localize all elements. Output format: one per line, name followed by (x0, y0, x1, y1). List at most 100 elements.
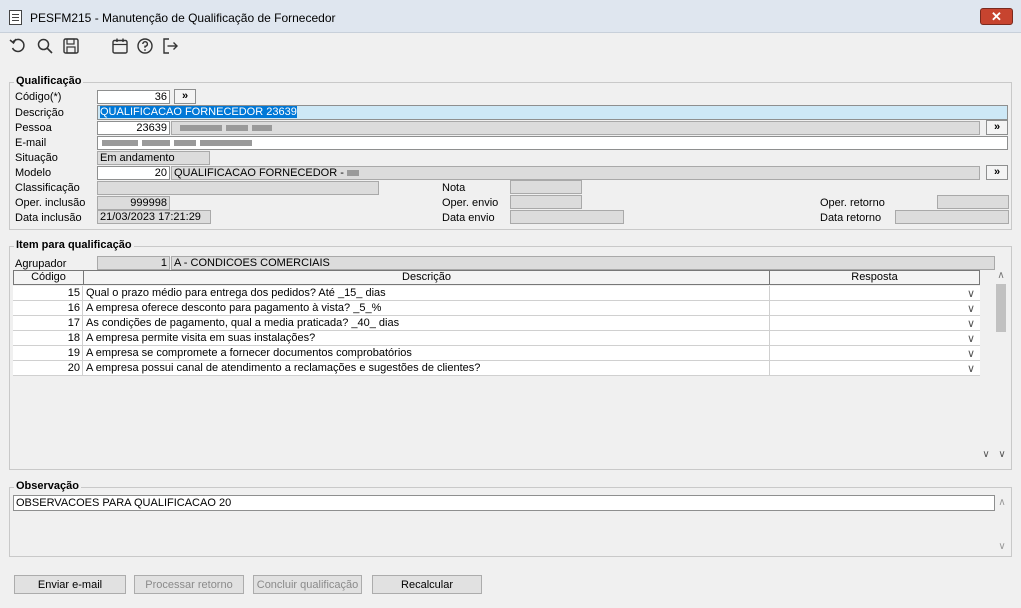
pessoa-field[interactable]: 23639 (97, 121, 170, 135)
data-envio-label: Data envio (442, 212, 495, 224)
scroll-down-icon[interactable]: ∨ (995, 449, 1009, 460)
row-descricao: A empresa oferece desconto para pagament… (84, 301, 770, 316)
save-icon[interactable] (61, 37, 81, 57)
qualificacao-section-title: Qualificação (14, 75, 84, 87)
pessoa-name-field (171, 121, 980, 135)
email-field[interactable] (97, 136, 1008, 150)
row-descricao: A empresa permite visita em suas instala… (84, 331, 770, 346)
title-bar: PESFM215 - Manutenção de Qualificação de… (0, 0, 1021, 33)
table-row[interactable]: 19 A empresa se compromete a fornecer do… (13, 346, 980, 361)
chevron-down-icon[interactable]: ∨ (967, 302, 975, 315)
search-icon[interactable] (35, 37, 55, 57)
row-descricao: A empresa se compromete a fornecer docum… (84, 346, 770, 361)
column-header-codigo[interactable]: Código (13, 270, 84, 285)
codigo-label: Código(*) (15, 91, 62, 103)
resposta-select[interactable]: ∨ (771, 331, 979, 346)
exit-icon[interactable] (160, 37, 180, 57)
resposta-select[interactable]: ∨ (771, 361, 979, 376)
table-row[interactable]: 15 Qual o prazo médio para entrega dos p… (13, 286, 980, 301)
toolbar (0, 33, 1021, 59)
row-codigo: 15 (13, 286, 83, 301)
data-inclusao-label: Data inclusão (15, 212, 82, 224)
recalcular-button[interactable]: Recalcular (372, 575, 482, 594)
scroll-up-icon[interactable]: ∧ (996, 270, 1006, 281)
row-descricao: As condições de pagamento, qual a media … (84, 316, 770, 331)
descricao-label: Descrição (15, 107, 64, 119)
codigo-field[interactable]: 36 (97, 90, 170, 104)
data-inclusao-field: 21/03/2023 17:21:29 (97, 210, 211, 224)
observacao-field[interactable]: OBSERVACOES PARA QUALIFICACAO 20 (13, 495, 995, 511)
items-scrollbar[interactable]: ∧ (994, 270, 1008, 463)
modelo-label: Modelo (15, 167, 52, 179)
data-retorno-field (895, 210, 1009, 224)
agrupador-field: 1 (97, 256, 170, 270)
help-icon[interactable] (135, 37, 155, 57)
column-header-descricao[interactable]: Descrição (83, 270, 770, 285)
redacted-text (180, 125, 222, 132)
scroll-up-icon[interactable]: ∧ (995, 497, 1009, 508)
modelo-lookup-button[interactable]: » (986, 165, 1008, 180)
chevron-down-icon[interactable]: ∨ (967, 287, 975, 300)
pessoa-label: Pessoa (15, 122, 52, 134)
table-row[interactable]: 18 A empresa permite visita em suas inst… (13, 331, 980, 346)
nota-label: Nota (442, 182, 466, 194)
email-label: E-mail (15, 137, 47, 149)
situacao-label: Situação (15, 152, 58, 164)
classificacao-field (97, 181, 379, 195)
redacted-text (102, 140, 138, 147)
row-descricao: Qual o prazo médio para entrega dos pedi… (84, 286, 770, 301)
data-retorno-label: Data retorno (820, 212, 882, 224)
column-header-resposta[interactable]: Resposta (769, 270, 980, 285)
chevron-down-icon[interactable]: ∨ (967, 332, 975, 345)
calendar-icon[interactable] (110, 37, 130, 57)
redacted-text (252, 125, 272, 132)
redacted-text (226, 125, 248, 132)
document-icon (9, 10, 22, 25)
situacao-field: Em andamento (97, 151, 210, 165)
table-row[interactable]: 17 As condições de pagamento, qual a med… (13, 316, 980, 331)
enviar-email-button[interactable]: Enviar e-mail (14, 575, 126, 594)
undo-icon[interactable] (8, 37, 28, 57)
nota-field (510, 180, 582, 194)
oper-inclusao-field: 999998 (97, 196, 170, 210)
row-codigo: 16 (13, 301, 83, 316)
scroll-down-icon[interactable]: ∨ (995, 541, 1009, 552)
agrupador-label: Agrupador (15, 258, 67, 270)
oper-envio-label: Oper. envio (442, 197, 499, 209)
table-row[interactable]: 16 A empresa oferece desconto para pagam… (13, 301, 980, 316)
chevron-down-icon[interactable]: ∨ (967, 347, 975, 360)
redacted-text (174, 140, 196, 147)
oper-retorno-field (937, 195, 1009, 209)
row-codigo: 17 (13, 316, 83, 331)
scroll-down-icon[interactable]: ∨ (979, 449, 993, 460)
redacted-text (200, 140, 252, 147)
resposta-select[interactable]: ∨ (771, 286, 979, 301)
row-codigo: 18 (13, 331, 83, 346)
chevron-down-icon[interactable]: ∨ (967, 362, 975, 375)
modelo-desc-text: QUALIFICACAO FORNECEDOR - (174, 167, 344, 179)
processar-retorno-button[interactable]: Processar retorno (134, 575, 244, 594)
concluir-qualificacao-button[interactable]: Concluir qualificação (253, 575, 362, 594)
descricao-field[interactable]: QUALIFICACAO FORNECEDOR 23639 (97, 105, 1008, 120)
pessoa-lookup-button[interactable]: » (986, 120, 1008, 135)
oper-inclusao-label: Oper. inclusão (15, 197, 86, 209)
scroll-thumb[interactable] (996, 284, 1006, 332)
resposta-select[interactable]: ∨ (771, 346, 979, 361)
data-envio-field (510, 210, 624, 224)
window-title: PESFM215 - Manutenção de Qualificação de… (30, 11, 336, 25)
modelo-field[interactable]: 20 (97, 166, 170, 180)
close-button[interactable]: ✕ (980, 8, 1013, 25)
resposta-select[interactable]: ∨ (771, 316, 979, 331)
observacao-section-title: Observação (14, 480, 81, 492)
classificacao-label: Classificação (15, 182, 80, 194)
redacted-text (142, 140, 170, 147)
resposta-select[interactable]: ∨ (771, 301, 979, 316)
modelo-desc-field: QUALIFICACAO FORNECEDOR - (171, 166, 980, 180)
table-row[interactable]: 20 A empresa possui canal de atendimento… (13, 361, 980, 376)
chevron-down-icon[interactable]: ∨ (967, 317, 975, 330)
row-codigo: 19 (13, 346, 83, 361)
row-codigo: 20 (13, 361, 83, 376)
agrupador-desc-field: A - CONDICOES COMERCIAIS (171, 256, 995, 270)
oper-envio-field (510, 195, 582, 209)
codigo-lookup-button[interactable]: » (174, 89, 196, 104)
